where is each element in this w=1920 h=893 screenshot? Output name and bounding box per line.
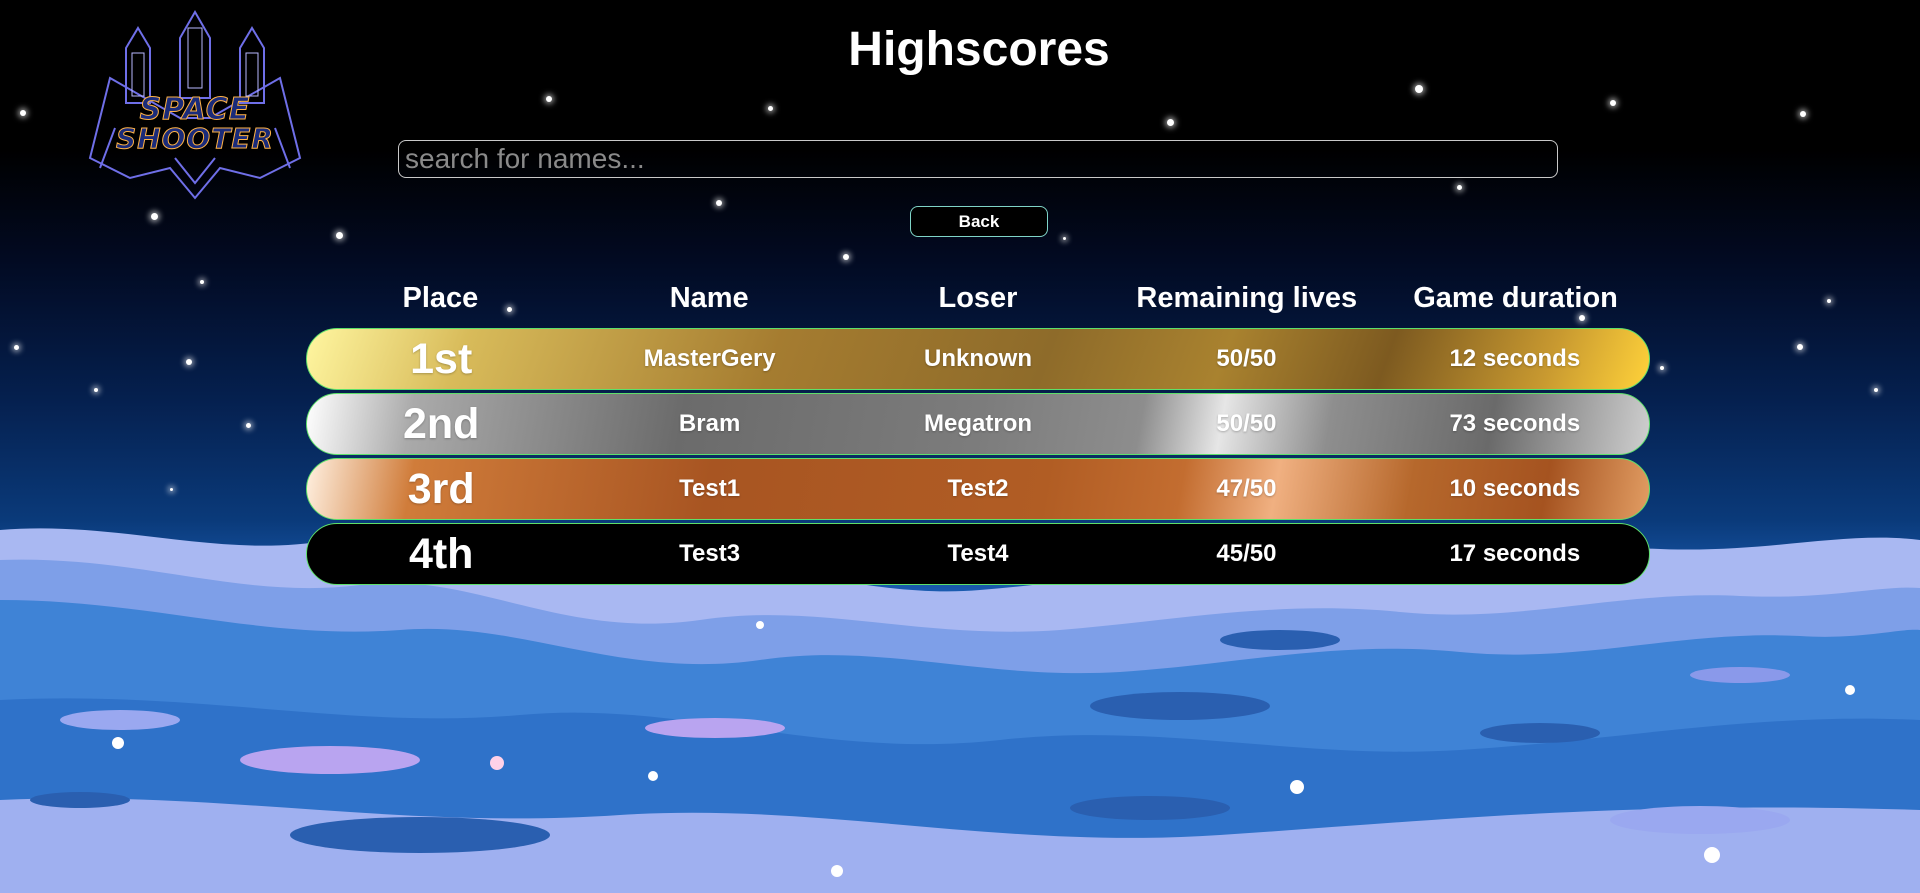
- table-row: 2nd Bram Megatron 50/50 73 seconds: [306, 393, 1650, 455]
- row-name: Test3: [679, 540, 741, 567]
- row-lives: 50/50: [1216, 345, 1277, 372]
- row-name: MasterGery: [643, 345, 776, 372]
- row-place: 4th: [408, 529, 474, 578]
- row-place: 2nd: [402, 399, 480, 448]
- header-loser: Loser: [938, 282, 1018, 314]
- table-row: 4th Test3 Test4 45/50 17 seconds: [306, 523, 1650, 585]
- header-remaining-lives: Remaining lives: [1136, 282, 1358, 314]
- header-game-duration: Game duration: [1413, 282, 1618, 314]
- table-header: Place Name Loser Remaining lives Game du…: [306, 278, 1650, 318]
- table-row: 1st MasterGery Unknown 50/50 12 seconds: [306, 328, 1650, 390]
- header-place: Place: [402, 282, 479, 314]
- table-row: 3rd Test1 Test2 47/50 10 seconds: [306, 458, 1650, 520]
- row-lives: 45/50: [1216, 540, 1277, 567]
- row-lives: 47/50: [1216, 475, 1277, 502]
- row-duration: 73 seconds: [1449, 410, 1581, 437]
- row-loser: Test2: [947, 475, 1009, 502]
- row-duration: 12 seconds: [1449, 345, 1581, 372]
- row-lives: 50/50: [1216, 410, 1277, 437]
- row-name: Bram: [678, 410, 741, 437]
- search-input[interactable]: [398, 140, 1558, 178]
- row-place: 1st: [410, 334, 473, 383]
- header-name: Name: [669, 282, 749, 314]
- page-title: Highscores: [848, 23, 1110, 76]
- logo-title-line2: SHOOTER: [116, 122, 274, 156]
- row-duration: 10 seconds: [1449, 475, 1581, 502]
- row-duration: 17 seconds: [1449, 540, 1581, 567]
- row-name: Test1: [679, 475, 741, 502]
- back-button[interactable]: Back: [910, 206, 1048, 237]
- row-loser: Megatron: [924, 410, 1033, 437]
- row-place: 3rd: [407, 464, 475, 513]
- row-loser: Test4: [947, 540, 1009, 567]
- row-loser: Unknown: [924, 345, 1033, 372]
